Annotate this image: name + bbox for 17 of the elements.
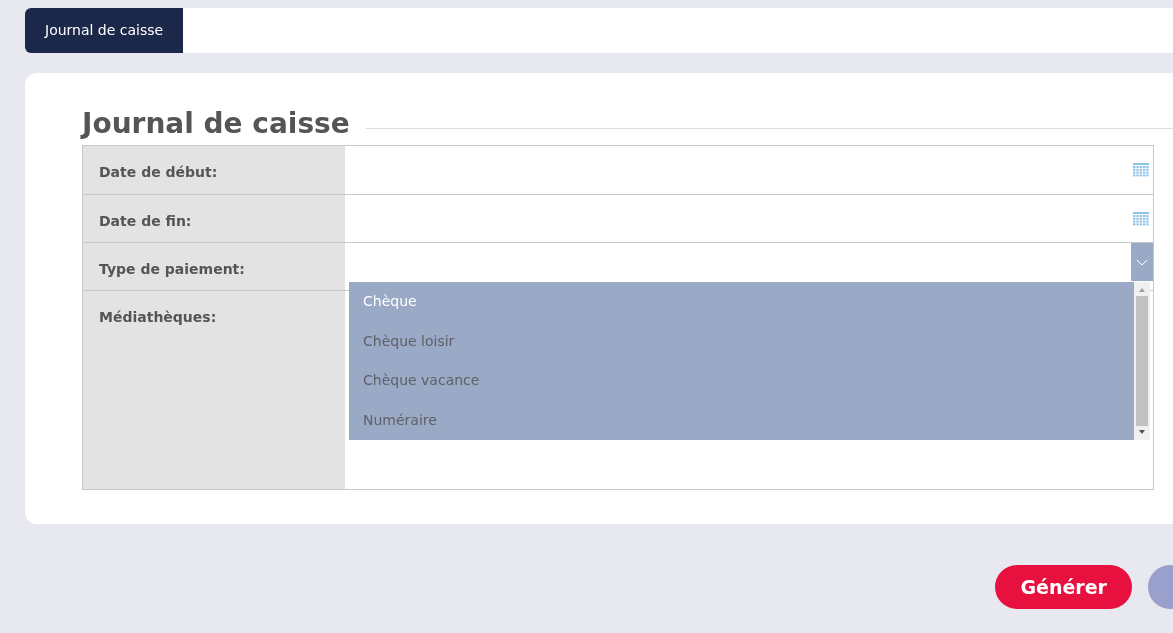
scrollbar[interactable] — [1134, 282, 1150, 440]
chevron-down-icon — [1136, 258, 1148, 266]
field-label: Médiathèques: — [99, 309, 217, 325]
form-title: Journal de caisse — [82, 106, 350, 142]
scrollbar-thumb[interactable] — [1136, 296, 1148, 426]
field-label: Date de début: — [99, 164, 218, 180]
field-label: Date de fin: — [99, 213, 192, 229]
dropdown-option[interactable]: Chèque vacance — [349, 361, 1134, 401]
dropdown-option[interactable]: Numéraire — [349, 400, 1134, 440]
calendar-icon[interactable] — [1133, 211, 1149, 226]
dropdown-toggle[interactable] — [1131, 243, 1153, 281]
field-label: Type de paiement: — [99, 261, 245, 277]
dropdown-option[interactable]: Chèque loisir — [349, 321, 1134, 361]
calendar-icon[interactable] — [1133, 163, 1149, 177]
generate-button[interactable]: Générer — [995, 565, 1132, 609]
tab[interactable]: Journal de caisse — [25, 8, 184, 53]
dropdown-option[interactable]: Chèque — [349, 282, 1134, 322]
